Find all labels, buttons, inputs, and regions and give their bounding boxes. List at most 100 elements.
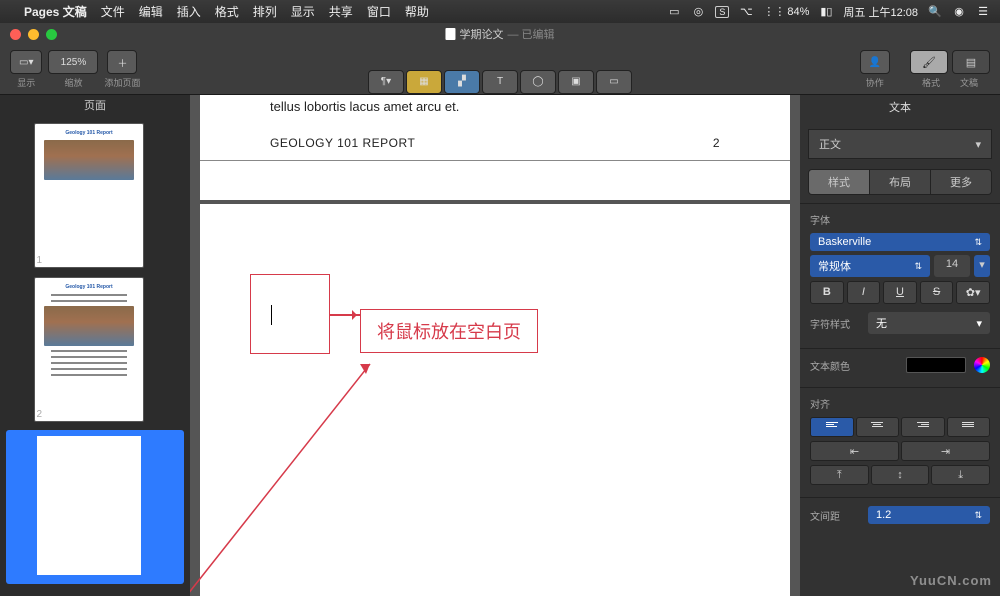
menu-window[interactable]: 窗口 — [367, 3, 391, 20]
indent-decrease-button[interactable]: ⇤ — [810, 441, 899, 461]
valign-bottom-button[interactable]: ⤓ — [931, 465, 990, 485]
valign-top-button[interactable]: ⤒ — [810, 465, 869, 485]
annotation-arrow-icon — [330, 314, 360, 316]
add-page-label: 添加页面 — [104, 76, 140, 89]
font-weight-select[interactable]: 常规体 — [810, 255, 930, 277]
edited-indicator: — 已编辑 — [507, 26, 554, 42]
char-style-label: 字符样式 — [810, 316, 860, 331]
text-cursor — [271, 305, 272, 325]
document-canvas[interactable]: tellus lobortis lacus amet arcu et. GEOL… — [190, 95, 800, 596]
chevron-down-icon: ▾ — [975, 138, 981, 151]
menu-help[interactable]: 帮助 — [405, 3, 429, 20]
sidebar-header: 页面 — [0, 95, 190, 115]
wifi-icon[interactable]: ⋮⋮ — [763, 5, 777, 18]
watermark: YuuCN.com — [910, 573, 992, 588]
spotlight-icon[interactable]: 🔍 — [928, 5, 942, 18]
annotation-arrow-icon — [190, 354, 380, 596]
menu-view[interactable]: 显示 — [291, 3, 315, 20]
document-icon — [445, 28, 455, 40]
page-thumbnail[interactable]: 1 Geology 101 Report — [0, 120, 190, 274]
underline-button[interactable]: U — [883, 281, 917, 304]
notification-icon[interactable]: ☰ — [976, 5, 990, 18]
bluetooth-icon[interactable]: ⌥ — [739, 5, 753, 18]
menu-insert[interactable]: 插入 — [177, 3, 201, 20]
app-name[interactable]: Pages 文稿 — [24, 3, 87, 20]
document-button[interactable]: ▤ — [952, 50, 990, 74]
align-left-button[interactable] — [810, 417, 854, 437]
insert-button[interactable]: ¶▾ — [368, 70, 404, 94]
chart-button[interactable]: ▞ — [444, 70, 480, 94]
document-title[interactable]: 学期论文 — [459, 26, 503, 42]
menu-format[interactable]: 格式 — [215, 3, 239, 20]
media-button[interactable]: ▣ — [558, 70, 594, 94]
text-color-swatch[interactable] — [906, 357, 966, 373]
toolbar: ▭▾ 显示 125% 缩放 ＋ 添加页面 ¶▾插入 ▦表格 ▞图表 T文本 ◯形… — [0, 45, 1000, 95]
titlebar: 学期论文 — 已编辑 — [0, 23, 1000, 45]
thumbnail-image — [44, 140, 134, 180]
battery-percent[interactable]: 84% — [787, 6, 809, 18]
minimize-button[interactable] — [28, 29, 39, 40]
body-text: tellus lobortis lacus amet arcu et. — [270, 95, 720, 114]
tab-style[interactable]: 样式 — [809, 170, 869, 194]
thumbnail-image — [44, 306, 134, 346]
inspector-tabs: 样式 布局 更多 — [808, 169, 992, 195]
page-thumbnail[interactable]: 2 Geology 101 Report — [0, 274, 190, 428]
char-style-select[interactable]: 无▾ — [868, 312, 990, 334]
tab-more[interactable]: 更多 — [930, 170, 991, 194]
align-right-button[interactable] — [901, 417, 945, 437]
annotation-callout: 将鼠标放在空白页 — [360, 309, 538, 353]
strikethrough-button[interactable]: S — [920, 281, 954, 304]
page-number: 2 — [713, 136, 720, 150]
status-icon[interactable]: ◎ — [691, 5, 705, 18]
shape-button[interactable]: ◯ — [520, 70, 556, 94]
inspector-title: 文本 — [800, 95, 1000, 119]
page-thumbnails-sidebar: 页面 1 Geology 101 Report 2 Geology 101 Re… — [0, 95, 190, 596]
style-options-button[interactable]: ✿▾ — [956, 281, 990, 304]
color-picker-icon[interactable] — [974, 357, 990, 373]
menu-share[interactable]: 共享 — [329, 3, 353, 20]
indent-increase-button[interactable]: ⇥ — [901, 441, 990, 461]
page-3[interactable]: 将鼠标放在空白页 — [200, 204, 790, 596]
collaborate-button[interactable]: 👤 — [860, 50, 890, 74]
page-2-bottom[interactable]: tellus lobortis lacus amet arcu et. GEOL… — [200, 95, 790, 200]
spacing-label: 文间距 — [810, 508, 860, 523]
format-inspector: 文本 正文▾ 样式 布局 更多 字体 Baskerville 常规体 14 ▾ … — [800, 95, 1000, 596]
status-icon[interactable]: ▭ — [667, 5, 681, 18]
menubar: Pages 文稿 文件 编辑 插入 格式 排列 显示 共享 窗口 帮助 ▭ ◎ … — [0, 0, 1000, 23]
text-color-label: 文本颜色 — [810, 358, 898, 373]
annotation-box — [250, 274, 330, 354]
font-family-select[interactable]: Baskerville — [810, 233, 990, 251]
align-center-button[interactable] — [856, 417, 900, 437]
running-header: GEOLOGY 101 REPORT — [270, 136, 415, 150]
align-label: 对齐 — [810, 396, 990, 411]
zoom-select[interactable]: 125% — [48, 50, 98, 74]
view-label: 显示 — [17, 76, 35, 89]
tab-layout[interactable]: 布局 — [869, 170, 930, 194]
view-button[interactable]: ▭▾ — [10, 50, 42, 74]
add-page-button[interactable]: ＋ — [107, 50, 137, 74]
bold-button[interactable]: B — [810, 281, 844, 304]
text-button[interactable]: T — [482, 70, 518, 94]
close-button[interactable] — [10, 29, 21, 40]
siri-icon[interactable]: ◉ — [952, 5, 966, 18]
font-size-field[interactable]: 14 — [934, 255, 970, 277]
align-justify-button[interactable] — [947, 417, 991, 437]
italic-button[interactable]: I — [847, 281, 881, 304]
menu-edit[interactable]: 编辑 — [139, 3, 163, 20]
zoom-label: 缩放 — [64, 76, 82, 89]
line-spacing-select[interactable]: 1.2 — [868, 506, 990, 524]
battery-icon[interactable]: ▮▯ — [819, 5, 833, 18]
font-label: 字体 — [810, 212, 990, 227]
paragraph-style-select[interactable]: 正文▾ — [808, 129, 992, 159]
status-icon[interactable]: S — [715, 6, 729, 18]
table-button[interactable]: ▦ — [406, 70, 442, 94]
menu-arrange[interactable]: 排列 — [253, 3, 277, 20]
comment-button[interactable]: ▭ — [596, 70, 632, 94]
zoom-button[interactable] — [46, 29, 57, 40]
page-thumbnail-selected[interactable]: 3 — [6, 430, 184, 584]
clock[interactable]: 周五 上午12:08 — [843, 4, 918, 20]
menu-file[interactable]: 文件 — [101, 3, 125, 20]
format-button[interactable]: 🖌 — [910, 50, 948, 74]
valign-middle-button[interactable]: ↕ — [871, 465, 930, 485]
font-size-stepper[interactable]: ▾ — [974, 255, 990, 277]
